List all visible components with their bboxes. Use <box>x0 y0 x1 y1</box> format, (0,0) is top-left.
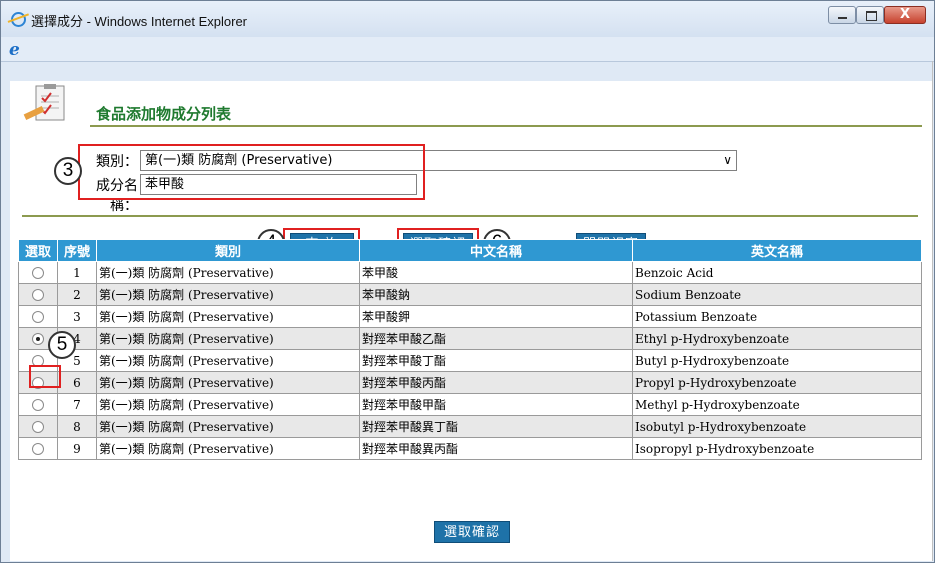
row-chinese-name: 對羥苯甲酸丁酯 <box>359 349 633 372</box>
row-category: 第(一)類 防腐劑 (Preservative) <box>96 327 360 350</box>
maximize-button[interactable] <box>856 6 884 24</box>
page-title: 食品添加物成分列表 <box>96 105 232 123</box>
confirm-selection-bottom-button[interactable]: 選取確認 <box>434 521 510 543</box>
callout-3: 3 <box>54 157 82 185</box>
callout-5: 5 <box>48 331 76 359</box>
row-select-cell <box>18 393 58 416</box>
table-row[interactable]: 4 第(一)類 防腐劑 (Preservative) 對羥苯甲酸乙酯 Ethyl p-… <box>18 327 922 350</box>
row-english-name: Isobutyl p-Hydroxybenzoate <box>632 415 922 438</box>
row-english-name: Potassium Benzoate <box>632 305 922 328</box>
row-seq: 1 <box>57 261 97 284</box>
row-select-cell <box>18 283 58 306</box>
address-bar: e <box>1 37 934 62</box>
table-body: 1 第(一)類 防腐劑 (Preservative) 苯甲酸 Benzoic Acid… <box>18 261 922 460</box>
header-english-name: 英文名稱 <box>632 239 922 262</box>
row-english-name: Propyl p-Hydroxybenzoate <box>632 371 922 394</box>
form-divider <box>22 215 918 217</box>
row-seq: 2 <box>57 283 97 306</box>
row-radio-button[interactable] <box>32 311 44 323</box>
close-window-button[interactable]: X <box>884 6 926 24</box>
row-seq: 8 <box>57 415 97 438</box>
row-category: 第(一)類 防腐劑 (Preservative) <box>96 283 360 306</box>
chevron-down-icon: ∨ <box>723 153 732 167</box>
window-border <box>932 61 933 561</box>
row-radio-button[interactable] <box>32 289 44 301</box>
table-row[interactable]: 7 第(一)類 防腐劑 (Preservative) 對羥苯甲酸甲酯 Methyl p… <box>18 393 922 416</box>
row-chinese-name: 對羥苯甲酸異丙酯 <box>359 437 633 460</box>
header-seq: 序號 <box>57 239 97 262</box>
row-chinese-name: 苯甲酸鈉 <box>359 283 633 306</box>
row-english-name: Ethyl p-Hydroxybenzoate <box>632 327 922 350</box>
row-seq: 7 <box>57 393 97 416</box>
row-radio-button[interactable] <box>32 421 44 433</box>
header-chinese-name: 中文名稱 <box>359 239 633 262</box>
row-category: 第(一)類 防腐劑 (Preservative) <box>96 261 360 284</box>
row-category: 第(一)類 防腐劑 (Preservative) <box>96 415 360 438</box>
page-content: 食品添加物成分列表 類別： 第(一)類 防腐劑 (Preservative) ∨… <box>10 81 932 561</box>
header-category: 類別 <box>96 239 360 262</box>
row-category: 第(一)類 防腐劑 (Preservative) <box>96 393 360 416</box>
table-row[interactable]: 6 第(一)類 防腐劑 (Preservative) 對羥苯甲酸丙酯 Propyl p… <box>18 371 922 394</box>
row-category: 第(一)類 防腐劑 (Preservative) <box>96 349 360 372</box>
table-row[interactable]: 9 第(一)類 防腐劑 (Preservative) 對羥苯甲酸異丙酯 Isoprop… <box>18 437 922 460</box>
row-radio-button[interactable] <box>32 333 44 345</box>
row-select-cell <box>18 437 58 460</box>
row-radio-button[interactable] <box>32 443 44 455</box>
ie-page-icon: e <box>9 40 20 60</box>
row-chinese-name: 對羥苯甲酸甲酯 <box>359 393 633 416</box>
title-bar: 選擇成分 - Windows Internet Explorer X <box>1 1 934 37</box>
row-select-cell <box>18 305 58 328</box>
row-english-name: Butyl p-Hydroxybenzoate <box>632 349 922 372</box>
row-english-name: Sodium Benzoate <box>632 283 922 306</box>
callout-box-radio <box>29 365 61 388</box>
window-title: 選擇成分 - Windows Internet Explorer <box>31 14 248 29</box>
ingredient-table: 選取 序號 類別 中文名稱 英文名稱 1 第(一)類 防腐劑 (Preservat… <box>18 239 922 460</box>
row-category: 第(一)類 防腐劑 (Preservative) <box>96 371 360 394</box>
table-header-row: 選取 序號 類別 中文名稱 英文名稱 <box>18 239 922 262</box>
table-row[interactable]: 8 第(一)類 防腐劑 (Preservative) 對羥苯甲酸異丁酯 Isobuty… <box>18 415 922 438</box>
table-row[interactable]: 3 第(一)類 防腐劑 (Preservative) 苯甲酸鉀 Potassium B… <box>18 305 922 328</box>
minimize-button[interactable] <box>828 6 856 24</box>
row-category: 第(一)類 防腐劑 (Preservative) <box>96 305 360 328</box>
row-chinese-name: 苯甲酸鉀 <box>359 305 633 328</box>
row-radio-button[interactable] <box>32 267 44 279</box>
callout-box-form <box>78 144 425 200</box>
row-english-name: Benzoic Acid <box>632 261 922 284</box>
row-chinese-name: 對羥苯甲酸異丁酯 <box>359 415 633 438</box>
row-chinese-name: 對羥苯甲酸丙酯 <box>359 371 633 394</box>
row-seq: 9 <box>57 437 97 460</box>
table-row[interactable]: 2 第(一)類 防腐劑 (Preservative) 苯甲酸鈉 Sodium Benz… <box>18 283 922 306</box>
row-english-name: Methyl p-Hydroxybenzoate <box>632 393 922 416</box>
row-radio-button[interactable] <box>32 399 44 411</box>
title-divider <box>90 125 922 127</box>
row-seq: 6 <box>57 371 97 394</box>
row-select-cell <box>18 261 58 284</box>
header-select: 選取 <box>18 239 58 262</box>
row-select-cell <box>18 415 58 438</box>
row-seq: 3 <box>57 305 97 328</box>
row-english-name: Isopropyl p-Hydroxybenzoate <box>632 437 922 460</box>
close-icon: X <box>899 7 911 22</box>
row-chinese-name: 苯甲酸 <box>359 261 633 284</box>
table-row[interactable]: 5 第(一)類 防腐劑 (Preservative) 對羥苯甲酸丁酯 Butyl p-… <box>18 349 922 372</box>
table-row[interactable]: 1 第(一)類 防腐劑 (Preservative) 苯甲酸 Benzoic Acid <box>18 261 922 284</box>
clipboard-icon <box>23 84 65 121</box>
row-chinese-name: 對羥苯甲酸乙酯 <box>359 327 633 350</box>
row-category: 第(一)類 防腐劑 (Preservative) <box>96 437 360 460</box>
ie-logo-icon <box>11 12 26 27</box>
